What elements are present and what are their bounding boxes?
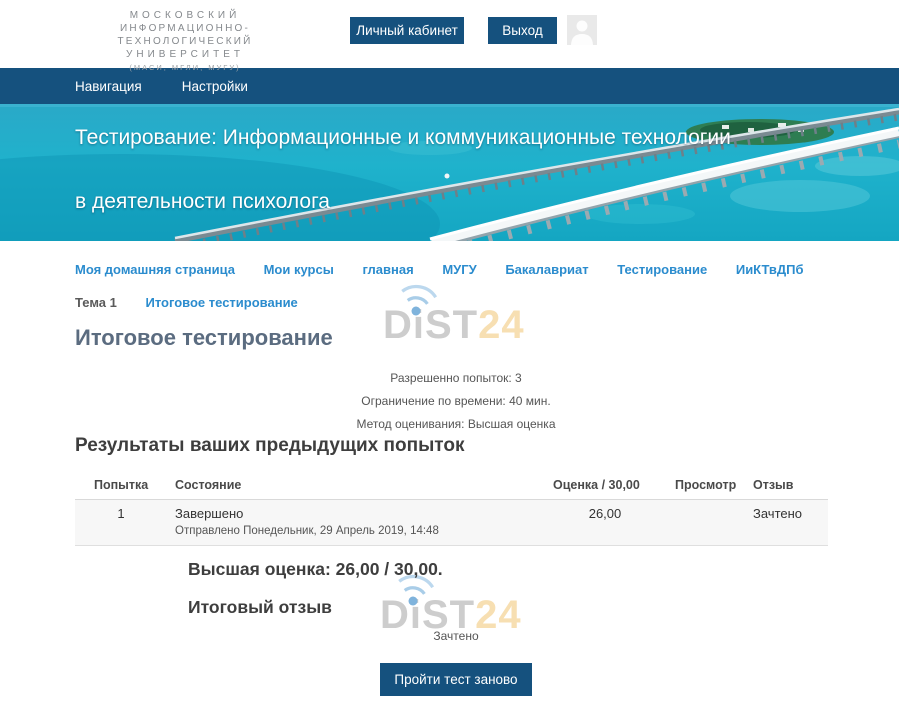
breadcrumb: Моя домашняя страница Мои курсы главная … <box>75 253 875 319</box>
attempt-state-cell: Завершено Отправлено Понедельник, 29 Апр… <box>167 500 545 546</box>
nav-item-navigation[interactable]: Навигация <box>75 79 142 94</box>
final-feedback-text: Зачтено <box>75 629 837 643</box>
logo-line: ИНФОРМАЦИОННО-ТЕХНОЛОГИЧЕСКИЙ <box>60 22 310 48</box>
quiz-grading-method: Метод оценивания: Высшая оценка <box>75 413 837 436</box>
breadcrumb-item-course-code[interactable]: ИиКТвДПб <box>736 253 804 286</box>
breadcrumb-item-final-test[interactable]: Итоговое тестирование <box>146 286 298 319</box>
breadcrumb-item-home[interactable]: Моя домашняя страница <box>75 253 235 286</box>
nav-item-settings[interactable]: Настройки <box>182 79 248 94</box>
logo-subline: (МАСИ, МГЛИ, МУГУ) <box>60 62 310 73</box>
logo-line: УНИВЕРСИТЕТ <box>60 48 310 61</box>
logo-line: МОСКОВСКИЙ <box>60 9 310 22</box>
quiz-title: Итоговое тестирование <box>75 325 333 351</box>
column-header-review: Просмотр <box>665 473 745 500</box>
attempt-number-cell: 1 <box>75 500 167 546</box>
best-grade-text: Высшая оценка: 26,00 / 30,00. <box>188 559 443 580</box>
page-header: МОСКОВСКИЙ ИНФОРМАЦИОННО-ТЕХНОЛОГИЧЕСКИЙ… <box>0 0 899 68</box>
attempt-review-cell <box>665 500 745 546</box>
quiz-time-limit: Ограничение по времени: 40 мин. <box>75 390 837 413</box>
column-header-grade: Оценка / 30,00 <box>545 473 665 500</box>
university-logo[interactable]: МОСКОВСКИЙ ИНФОРМАЦИОННО-ТЕХНОЛОГИЧЕСКИЙ… <box>60 9 310 73</box>
attempts-table-header-row: Попытка Состояние Оценка / 30,00 Просмот… <box>75 473 828 500</box>
attempt-submitted-date: Отправлено Понедельник, 29 Апрель 2019, … <box>175 524 537 538</box>
reattempt-button[interactable]: Пройти тест заново <box>380 663 532 696</box>
main-navbar: Навигация Настройки <box>0 68 899 104</box>
final-feedback-heading: Итоговый отзыв <box>188 597 332 618</box>
course-title: Тестирование: Информационные и коммуника… <box>75 106 747 234</box>
course-hero-banner: Тестирование: Информационные и коммуника… <box>0 104 899 241</box>
breadcrumb-item-testing[interactable]: Тестирование <box>617 253 707 286</box>
attempts-table: Попытка Состояние Оценка / 30,00 Просмот… <box>75 473 828 546</box>
quiz-info: Разрешенно попыток: 3 Ограничение по вре… <box>75 367 837 436</box>
breadcrumb-item-topic: Тема 1 <box>75 286 117 319</box>
main-content: Моя домашняя страница Мои курсы главная … <box>0 241 899 701</box>
user-avatar[interactable] <box>567 15 597 45</box>
attempt-feedback-cell: Зачтено <box>745 500 828 546</box>
reattempt-button-container: Пройти тест заново <box>75 663 837 696</box>
breadcrumb-item-main[interactable]: главная <box>362 253 413 286</box>
user-avatar-icon <box>567 15 597 45</box>
attempt-state: Завершено <box>175 506 537 521</box>
logout-button[interactable]: Выход <box>488 17 557 44</box>
breadcrumb-item-my-courses[interactable]: Мои курсы <box>264 253 334 286</box>
column-header-feedback: Отзыв <box>745 473 828 500</box>
results-heading: Результаты ваших предыдущих попыток <box>75 435 464 457</box>
breadcrumb-item-bachelor[interactable]: Бакалавриат <box>505 253 588 286</box>
attempt-grade-cell: 26,00 <box>545 500 665 546</box>
personal-cabinet-button[interactable]: Личный кабинет <box>350 17 464 44</box>
column-header-attempt: Попытка <box>75 473 167 500</box>
quiz-attempts-allowed: Разрешенно попыток: 3 <box>75 367 837 390</box>
attempt-row: 1 Завершено Отправлено Понедельник, 29 А… <box>75 500 828 546</box>
column-header-state: Состояние <box>167 473 545 500</box>
breadcrumb-item-mugu[interactable]: МУГУ <box>442 253 476 286</box>
